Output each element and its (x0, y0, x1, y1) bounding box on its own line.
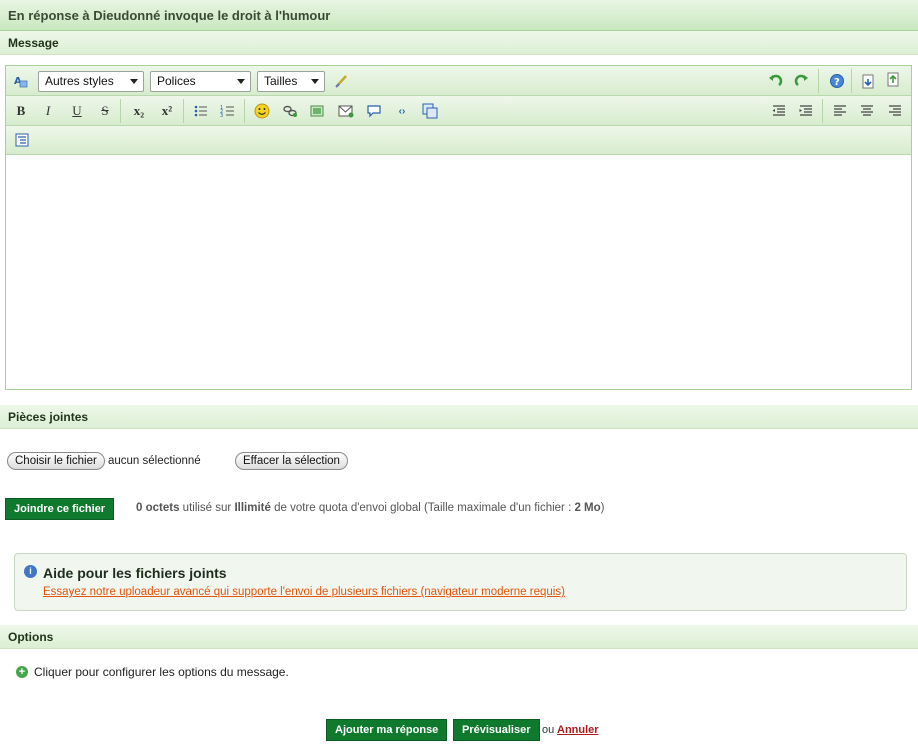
toolbar-separator (244, 99, 245, 123)
cancel-link[interactable]: Annuler (557, 724, 599, 736)
message-text-area[interactable] (6, 155, 911, 389)
quota-info: 0 octets utilisé sur Illimité de votre q… (136, 502, 605, 514)
help-title: Aide pour les fichiers joints (43, 565, 227, 581)
quota-used-on: utilisé sur (182, 502, 232, 514)
fonts-dropdown[interactable]: Polices (150, 71, 251, 92)
sizes-dropdown[interactable]: Tailles (257, 71, 325, 92)
configure-options-link[interactable]: Cliquer pour configurer les options du m… (34, 665, 289, 679)
svg-text:3: 3 (220, 113, 223, 119)
reply-title: En réponse à Dieudonné invoque le droit … (8, 8, 331, 23)
undo-icon[interactable] (765, 71, 785, 91)
options-section-label: Options (8, 630, 54, 644)
clear-selection-button[interactable]: Effacer la sélection (235, 452, 348, 470)
italic-button[interactable]: I (38, 101, 58, 121)
underline-button[interactable]: U (67, 101, 87, 121)
align-right-icon[interactable] (885, 101, 905, 121)
editor-toolbar-row-2: B I U S x₂ x² 123 ‹› (6, 96, 911, 126)
table-of-contents-icon[interactable] (12, 130, 32, 150)
upload-icon[interactable] (883, 69, 903, 89)
numbered-list-icon[interactable]: 123 (218, 101, 238, 121)
toolbar-separator (822, 99, 823, 123)
attachments-help-box: i Aide pour les fichiers joints Essayez … (14, 553, 907, 611)
quota-limit: Illimité (234, 502, 271, 514)
toolbar-separator (851, 69, 852, 93)
toolbar-separator (183, 99, 184, 123)
outdent-icon[interactable] (769, 101, 789, 121)
submit-reply-button[interactable]: Ajouter ma réponse (326, 719, 448, 741)
attach-file-button[interactable]: Joindre ce fichier (5, 498, 115, 520)
image-icon[interactable] (307, 101, 327, 121)
no-file-selected-text: aucun sélectionné (108, 455, 201, 467)
code-icon[interactable]: ‹› (392, 101, 412, 121)
remove-format-icon[interactable] (332, 71, 352, 91)
bulleted-list-icon[interactable] (191, 101, 211, 121)
indent-icon[interactable] (796, 101, 816, 121)
expand-options-icon[interactable]: + (16, 666, 28, 678)
quota-max-size: 2 Mo (574, 502, 601, 514)
message-section-header: Message (0, 31, 918, 55)
subscript-button[interactable]: x₂ (129, 101, 149, 121)
attachments-section-label: Pièces jointes (8, 410, 89, 424)
quote-icon[interactable] (364, 101, 384, 121)
options-section-header: Options (0, 625, 918, 649)
styles-dropdown[interactable]: Autres styles (38, 71, 144, 92)
link-icon[interactable] (280, 101, 300, 121)
advanced-uploader-link[interactable]: Essayez notre uploadeur avancé qui suppo… (43, 586, 565, 598)
html-source-icon[interactable] (420, 101, 440, 121)
preview-button[interactable]: Prévisualiser (453, 719, 540, 741)
reply-title-bar: En réponse à Dieudonné invoque le droit … (0, 0, 918, 31)
superscript-button[interactable]: x² (157, 101, 177, 121)
editor-toolbar-row-1: A Autres styles Polices Tailles ? (6, 66, 911, 96)
strikethrough-button[interactable]: S (95, 101, 115, 121)
toolbar-separator (818, 69, 819, 93)
styles-icon[interactable]: A (11, 71, 31, 91)
info-icon: i (24, 565, 37, 578)
align-center-icon[interactable] (857, 101, 877, 121)
quota-rest: de votre quota d'envoi global (Taille ma… (274, 502, 572, 514)
svg-text:?: ? (834, 77, 840, 88)
quota-close-paren: ) (600, 502, 605, 514)
smiley-icon[interactable] (252, 101, 272, 121)
rich-text-editor: A Autres styles Polices Tailles ? B I U … (5, 65, 912, 390)
choose-file-button[interactable]: Choisir le fichier (7, 452, 105, 470)
attachments-section-header: Pièces jointes (0, 405, 918, 429)
download-icon[interactable] (858, 72, 878, 92)
message-section-label: Message (8, 36, 59, 50)
toolbar-separator (120, 99, 121, 123)
editor-toolbar-row-3 (6, 126, 911, 155)
email-link-icon[interactable] (336, 101, 356, 121)
or-text: ou (542, 724, 555, 736)
redo-icon[interactable] (792, 71, 812, 91)
align-left-icon[interactable] (830, 101, 850, 121)
help-icon[interactable]: ? (827, 71, 847, 91)
bold-button[interactable]: B (11, 101, 31, 121)
quota-used: 0 octets (136, 502, 180, 514)
